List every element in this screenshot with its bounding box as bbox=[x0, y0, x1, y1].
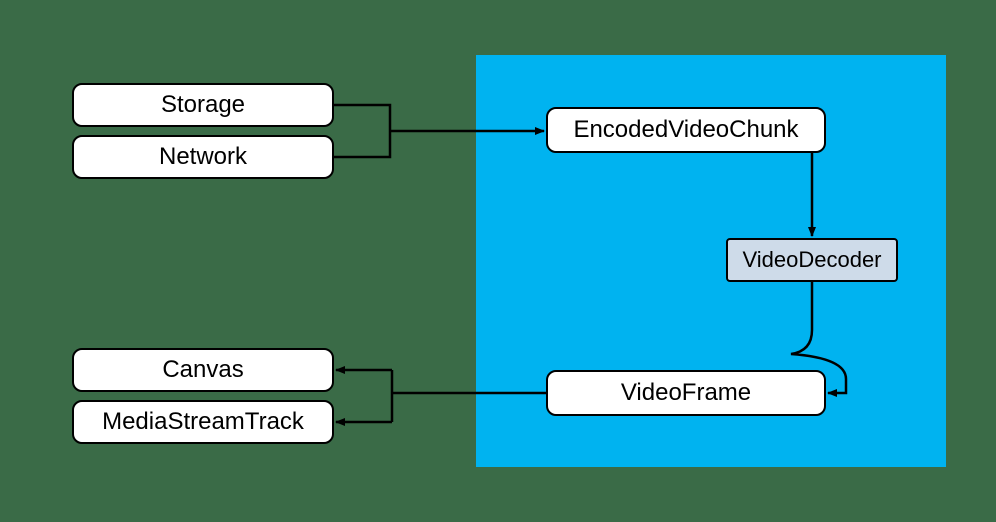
diagram-arrows bbox=[0, 0, 996, 522]
diagram-canvas: Storage Network Canvas MediaStreamTrack … bbox=[0, 0, 996, 522]
